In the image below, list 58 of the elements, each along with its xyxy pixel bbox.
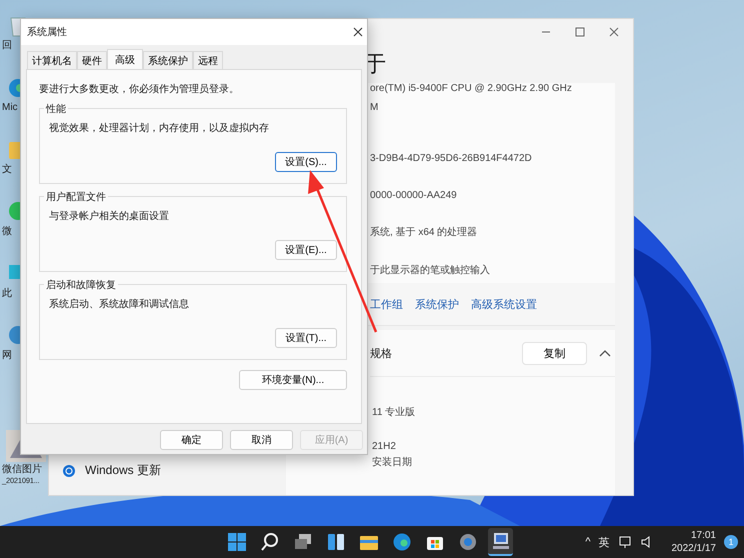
settings-button[interactable]: 设置(E)...	[275, 240, 337, 260]
desktop-icon-label[interactable]: 网	[2, 350, 12, 362]
device-info-text: 于此显示器的笔或触控输入	[370, 264, 490, 277]
maximize-icon[interactable]	[575, 27, 585, 37]
desktop-icon-label[interactable]: 此	[2, 288, 12, 300]
copy-button[interactable]: 复制	[522, 342, 587, 364]
swirl-icon	[392, 532, 412, 552]
clock-time[interactable]: 17:01	[690, 529, 716, 542]
tab[interactable]: 计算机名	[27, 51, 77, 69]
tab[interactable]: 高级	[107, 49, 143, 69]
group-description: 系统启动、系统故障和调试信息	[49, 298, 189, 312]
group-title: 性能	[44, 102, 68, 116]
tab[interactable]: 硬件	[77, 51, 107, 69]
device-info-text: M	[370, 102, 378, 113]
desktop-icon-label[interactable]: 回	[2, 40, 12, 52]
group-description: 视觉效果，处理器计划，内存使用，以及虚拟内存	[49, 122, 269, 136]
environment-variables-button[interactable]: 环境变量(N)...	[239, 370, 347, 390]
network-icon[interactable]	[618, 535, 632, 549]
device-info-text: 系统, 基于 x64 的处理器	[370, 226, 478, 239]
dialog-title: 系统属性	[27, 26, 67, 39]
settings-link[interactable]: 系统保护	[415, 296, 459, 312]
settings-link[interactable]: 高级系统设置	[471, 296, 537, 312]
sidebar-item-label: Windows 更新	[85, 462, 162, 479]
dialog-button[interactable]: 确定	[160, 430, 223, 450]
device-info-text: 3-D9B4-4D79-95D6-26B914F4472D	[370, 153, 532, 164]
group-description: 与登录帐户相关的桌面设置	[49, 210, 169, 224]
search-icon	[260, 532, 280, 552]
desktop-icon-label[interactable]: 微	[2, 226, 12, 238]
four-squares-icon	[226, 532, 246, 552]
overlapping-windows-icon	[292, 532, 312, 552]
device-info-text: ore(TM) i5-9400F CPU @ 2.90GHz 2.90 GHz	[370, 83, 572, 94]
tab[interactable]: 远程	[193, 51, 223, 69]
admin-notice: 要进行大多数更改，你必须作为管理员登录。	[39, 82, 240, 96]
sidebar-item[interactable]: Windows 更新	[49, 458, 286, 483]
device-info-text: 0000-00000-AA249	[370, 190, 457, 201]
dialog-button[interactable]: 取消	[230, 430, 293, 450]
panels-icon	[326, 532, 346, 552]
spec-text: 11 专业版	[372, 406, 416, 419]
desktop-icon-label[interactable]: 文	[2, 164, 12, 176]
desktop-icon-label[interactable]: 微信图片	[2, 464, 42, 476]
group-title: 用户配置文件	[44, 190, 108, 204]
settings-button[interactable]: 设置(T)...	[275, 328, 337, 348]
section-title: 规格	[370, 346, 393, 360]
tray-chevron[interactable]: ^	[585, 536, 590, 548]
taskbar-app-button[interactable]	[488, 528, 513, 556]
spec-text: 安装日期	[372, 456, 412, 469]
spec-text: 21H2	[372, 441, 396, 452]
input-method-indicator[interactable]: 英	[598, 534, 610, 550]
tab[interactable]: 系统保护	[143, 51, 193, 69]
chevron-icon[interactable]	[599, 349, 611, 357]
group-title: 启动和故障恢复	[44, 278, 118, 292]
settings-link[interactable]: 工作组	[370, 296, 403, 312]
clock-date[interactable]: 2022/1/17	[672, 542, 716, 555]
close-icon[interactable]	[353, 27, 363, 37]
refresh-icon	[63, 464, 75, 476]
monitor-icon	[490, 531, 510, 551]
settings-button[interactable]: 设置(S)...	[275, 152, 337, 172]
desktop-icon-label[interactable]: Mic	[2, 102, 18, 114]
